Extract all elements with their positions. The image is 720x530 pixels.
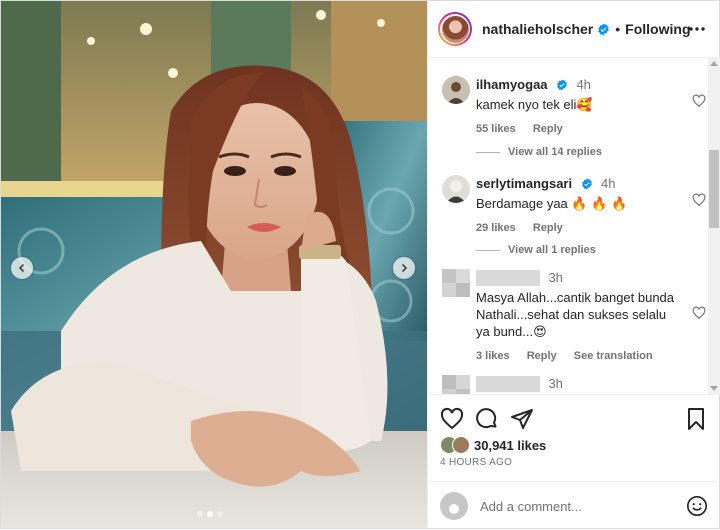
avatar-frame bbox=[440, 14, 470, 44]
commenter-username[interactable]: serlytimangsari bbox=[476, 176, 572, 191]
commenter-username-blurred[interactable] bbox=[476, 269, 540, 286]
comment-time[interactable]: 4h bbox=[576, 77, 590, 92]
verified-badge-icon bbox=[598, 23, 610, 35]
comment-text: Berdamage yaa 🔥 🔥 🔥 bbox=[476, 196, 628, 211]
see-translation-button[interactable]: See translation bbox=[574, 350, 653, 362]
verified-badge-icon bbox=[581, 178, 592, 190]
comment-input[interactable]: Add a comment... bbox=[480, 499, 686, 514]
bookmark-icon[interactable] bbox=[684, 407, 708, 431]
comment-text: kamek nyo tek eli🥰 bbox=[476, 97, 593, 112]
replies-line bbox=[476, 151, 500, 153]
carousel-dot bbox=[197, 511, 203, 517]
author-username[interactable]: nathalieholscher bbox=[482, 21, 593, 37]
post-time: 4 HOURS AGO bbox=[440, 457, 513, 468]
post-photo[interactable] bbox=[1, 1, 427, 528]
scroll-up-arrow[interactable] bbox=[710, 61, 718, 66]
heart-icon[interactable] bbox=[692, 306, 706, 320]
comment-likes[interactable]: 3 likes bbox=[476, 350, 510, 362]
view-replies-label: View all 1 replies bbox=[508, 244, 596, 256]
reply-button[interactable]: Reply bbox=[533, 123, 563, 135]
comment-time[interactable]: 3h bbox=[548, 270, 562, 285]
likes-row[interactable]: 30,941 likes bbox=[440, 436, 546, 454]
view-replies-button[interactable]: View all 1 replies bbox=[476, 244, 596, 256]
reply-button[interactable]: Reply bbox=[533, 222, 563, 234]
heart-icon[interactable] bbox=[440, 407, 464, 431]
comment-text: Masya Allah...cantik banget bunda Nathal… bbox=[476, 290, 675, 339]
more-options-icon[interactable] bbox=[688, 20, 706, 38]
post-header: nathalieholscher • Following bbox=[428, 1, 720, 58]
comment-meta: 29 likes Reply bbox=[476, 222, 681, 234]
commenter-avatar[interactable] bbox=[442, 175, 470, 203]
comments-list[interactable]: ilhamyogaa 4h kamek nyo tek eli🥰 55 like… bbox=[428, 58, 708, 394]
scrollbar-thumb[interactable] bbox=[709, 150, 719, 228]
heart-icon[interactable] bbox=[692, 193, 706, 207]
comment-time[interactable]: 3h bbox=[548, 376, 562, 391]
emoji-icon[interactable] bbox=[686, 495, 708, 517]
comment-body: ilhamyogaa 4h kamek nyo tek eli🥰 55 like… bbox=[476, 76, 681, 135]
current-user-avatar bbox=[440, 492, 468, 520]
carousel-dots bbox=[197, 511, 223, 517]
previous-slide-button[interactable] bbox=[11, 257, 33, 279]
chevron-left-icon bbox=[18, 263, 25, 273]
comment-icon[interactable] bbox=[475, 407, 499, 431]
author-avatar[interactable] bbox=[438, 12, 472, 46]
following-button[interactable]: Following bbox=[625, 21, 690, 37]
comment-likes[interactable]: 29 likes bbox=[476, 222, 516, 234]
carousel-dot bbox=[217, 511, 223, 517]
reply-button[interactable]: Reply bbox=[527, 350, 557, 362]
comment-body: 3h Masya Allah...cantik banget bunda Nat… bbox=[476, 269, 681, 362]
comments-scrollbar[interactable] bbox=[708, 58, 720, 394]
scroll-down-arrow[interactable] bbox=[710, 386, 718, 391]
commenter-username-blurred[interactable] bbox=[476, 375, 540, 392]
avatar-image bbox=[442, 76, 470, 104]
comment-likes[interactable]: 55 likes bbox=[476, 123, 516, 135]
portrait-photo bbox=[1, 1, 427, 528]
replies-line bbox=[476, 249, 500, 251]
likes-count[interactable]: 30,941 likes bbox=[474, 438, 546, 453]
avatar-image bbox=[442, 175, 470, 203]
avatar-image bbox=[442, 375, 470, 394]
post-actions: 30,941 likes 4 HOURS AGO Add a comment..… bbox=[428, 394, 720, 529]
comment-body: serlytimangsari 4h Berdamage yaa 🔥 🔥 🔥 2… bbox=[476, 175, 681, 234]
comment-meta: 3 likes Reply See translation bbox=[476, 350, 681, 362]
send-icon[interactable] bbox=[510, 407, 534, 431]
comment-time[interactable]: 4h bbox=[601, 176, 615, 191]
header-separator: • bbox=[615, 21, 621, 37]
avatar-image bbox=[441, 15, 469, 43]
comment-body: 3h bbox=[476, 375, 681, 393]
commenter-username[interactable]: ilhamyogaa bbox=[476, 77, 548, 92]
next-slide-button[interactable] bbox=[393, 257, 415, 279]
comment-meta: 55 likes Reply bbox=[476, 123, 681, 135]
commenter-avatar-blurred[interactable] bbox=[442, 269, 470, 297]
post-dialog: nathalieholscher • Following ilhamyogaa … bbox=[0, 0, 720, 529]
liker-avatar bbox=[452, 436, 470, 454]
commenter-avatar-blurred[interactable] bbox=[442, 375, 470, 394]
avatar-image bbox=[442, 269, 470, 297]
add-comment-bar: Add a comment... bbox=[428, 481, 720, 530]
view-replies-button[interactable]: View all 14 replies bbox=[476, 146, 602, 158]
verified-badge-icon bbox=[557, 79, 567, 91]
post-side-panel: nathalieholscher • Following ilhamyogaa … bbox=[427, 1, 720, 528]
commenter-avatar[interactable] bbox=[442, 76, 470, 104]
chevron-right-icon bbox=[401, 263, 408, 273]
avatar-head bbox=[449, 504, 459, 514]
view-replies-label: View all 14 replies bbox=[508, 146, 602, 158]
heart-icon[interactable] bbox=[692, 94, 706, 108]
carousel-dot-active bbox=[207, 511, 213, 517]
